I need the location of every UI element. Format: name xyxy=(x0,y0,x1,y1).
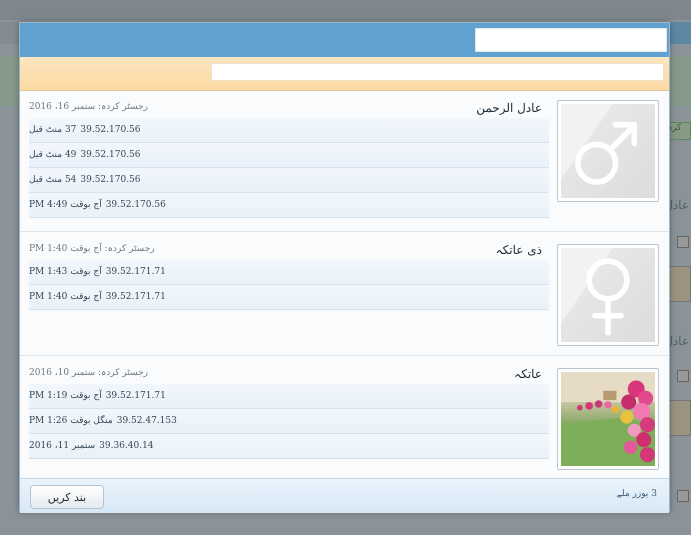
session-time: منگل بوقت 1:26 PM xyxy=(29,416,113,426)
session-ip: 39.52.171.71 xyxy=(105,267,166,277)
session-list: 39.52.171.71 آج بوقت 1:19 PM 39.52.47.153… xyxy=(29,384,549,459)
session-ip: 39.52.170.56 xyxy=(105,200,166,210)
female-icon xyxy=(561,248,630,336)
session-row: 39.36.40.14 ستمبر 11، 2016 xyxy=(29,434,549,459)
background-checkbox xyxy=(677,490,689,502)
flower-garden-photo xyxy=(561,372,655,466)
background-chip: کرد xyxy=(667,122,691,140)
user-avatar[interactable] xyxy=(557,100,659,202)
session-time: آج بوقت 1:40 PM xyxy=(29,292,102,302)
session-list: 39.52.170.56 37 منٹ قبل 39.52.170.56 49 من… xyxy=(29,118,549,218)
user-count: 3 یوزر ملے xyxy=(616,489,657,499)
close-button[interactable]: بند کریں xyxy=(30,485,104,509)
registration-date: رجسٹر کردہ: ستمبر 10، 2016 xyxy=(29,368,149,378)
session-ip: 39.52.170.56 xyxy=(80,175,141,185)
user-list: عادل الرحمن رجسٹر کردہ: ستمبر 16، 2016 3… xyxy=(20,92,669,477)
session-time: 54 منٹ قبل xyxy=(29,175,77,185)
session-time: آج بوقت 4:49 PM xyxy=(29,200,102,210)
background-tab xyxy=(667,22,691,44)
session-ip: 39.52.170.56 xyxy=(80,125,141,135)
session-ip: 39.52.47.153 xyxy=(116,416,177,426)
session-row: 39.52.170.56 49 منٹ قبل xyxy=(29,143,549,168)
session-row: 39.52.171.71 آج بوقت 1:19 PM xyxy=(29,384,549,409)
background-thumbnail xyxy=(669,266,691,302)
session-row: 39.52.170.56 37 منٹ قبل xyxy=(29,118,549,143)
session-time: 37 منٹ قبل xyxy=(29,125,77,135)
background-top-bar xyxy=(0,0,691,20)
dialog-filter-bar xyxy=(20,57,669,91)
session-time: ستمبر 11، 2016 xyxy=(29,441,96,451)
background-checkbox xyxy=(677,370,689,382)
session-ip: 39.52.171.71 xyxy=(105,391,166,401)
online-users-dialog: عادل الرحمن رجسٹر کردہ: ستمبر 16، 2016 3… xyxy=(19,22,670,513)
session-row: 39.52.170.56 آج بوقت 4:49 PM xyxy=(29,193,549,218)
session-ip: 39.52.170.56 xyxy=(80,150,141,160)
user-avatar[interactable] xyxy=(557,244,659,346)
user-name[interactable]: ذی عاتکہ xyxy=(496,243,542,257)
user-entry: عاتکہ رجسٹر کردہ: ستمبر 10، 2016 39.52.1… xyxy=(20,358,669,477)
background-checkbox xyxy=(677,236,689,248)
user-avatar[interactable] xyxy=(557,368,659,470)
session-list: 39.52.171.71 آج بوقت 1:43 PM 39.52.171.71… xyxy=(29,260,549,310)
session-row: 39.52.170.56 54 منٹ قبل xyxy=(29,168,549,193)
user-entry: عادل الرحمن رجسٹر کردہ: ستمبر 16، 2016 3… xyxy=(20,92,669,232)
user-entry: ذی عاتکہ رجسٹر کردہ: آج بوقت 1:40 PM 39.… xyxy=(20,234,669,356)
background-thumbnail xyxy=(669,400,691,436)
dialog-search-input[interactable] xyxy=(475,28,667,52)
user-name[interactable]: عاتکہ xyxy=(514,367,542,381)
session-row: 39.52.47.153 منگل بوقت 1:26 PM xyxy=(29,409,549,434)
dialog-filter-input[interactable] xyxy=(211,63,664,81)
dialog-header xyxy=(20,23,669,57)
male-icon xyxy=(561,104,638,185)
user-name[interactable]: عادل الرحمن xyxy=(476,101,542,115)
session-row: 39.52.171.71 آج بوقت 1:40 PM xyxy=(29,285,549,310)
dialog-footer: بند کریں 3 یوزر ملے xyxy=(20,478,669,513)
session-time: آج بوقت 1:19 PM xyxy=(29,391,102,401)
session-time: آج بوقت 1:43 PM xyxy=(29,267,102,277)
session-ip: 39.52.171.71 xyxy=(105,292,166,302)
session-time: 49 منٹ قبل xyxy=(29,150,77,160)
session-row: 39.52.171.71 آج بوقت 1:43 PM xyxy=(29,260,549,285)
registration-date: رجسٹر کردہ: آج بوقت 1:40 PM xyxy=(29,244,155,254)
registration-date: رجسٹر کردہ: ستمبر 16، 2016 xyxy=(29,102,149,112)
session-ip: 39.36.40.14 xyxy=(99,441,154,451)
